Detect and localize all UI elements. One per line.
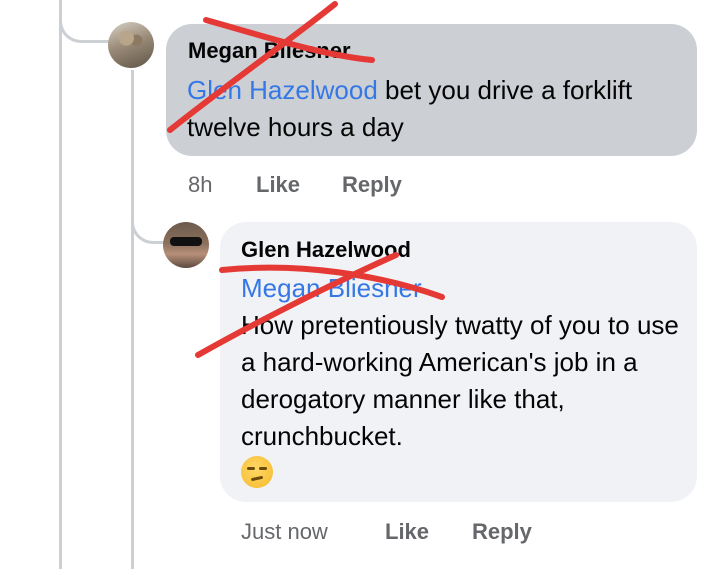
thread-connector-curve — [59, 0, 110, 43]
reply-connector-curve — [131, 175, 164, 244]
comment-author[interactable]: Glen Hazelwood — [241, 237, 411, 263]
reply-button[interactable]: Reply — [472, 519, 532, 545]
like-button[interactable]: Like — [385, 519, 429, 545]
reply-button[interactable]: Reply — [342, 172, 402, 198]
comment-timestamp[interactable]: 8h — [188, 172, 212, 198]
mention-link[interactable]: Glen Hazelwood — [187, 75, 378, 105]
comment-thread: Megan Bliesner Glen Hazelwood bet you dr… — [0, 0, 720, 569]
mention-link[interactable]: Megan Bliesner — [241, 273, 422, 303]
comment-body: How pretentiously twatty of you to use a… — [241, 310, 679, 451]
reply-connector-line — [131, 70, 134, 569]
like-button[interactable]: Like — [256, 172, 300, 198]
avatar[interactable] — [163, 222, 209, 268]
comment-author[interactable]: Megan Bliesner — [188, 38, 351, 64]
comment-text: Glen Hazelwood bet you drive a forklift … — [187, 72, 677, 146]
comment-timestamp[interactable]: Just now — [241, 519, 328, 545]
thread-connector-line — [59, 0, 62, 569]
comment-text: Megan Bliesner How pretentiously twatty o… — [241, 270, 681, 492]
unamused-face-icon — [241, 456, 273, 488]
sunglasses — [170, 237, 202, 246]
avatar[interactable] — [108, 22, 154, 68]
